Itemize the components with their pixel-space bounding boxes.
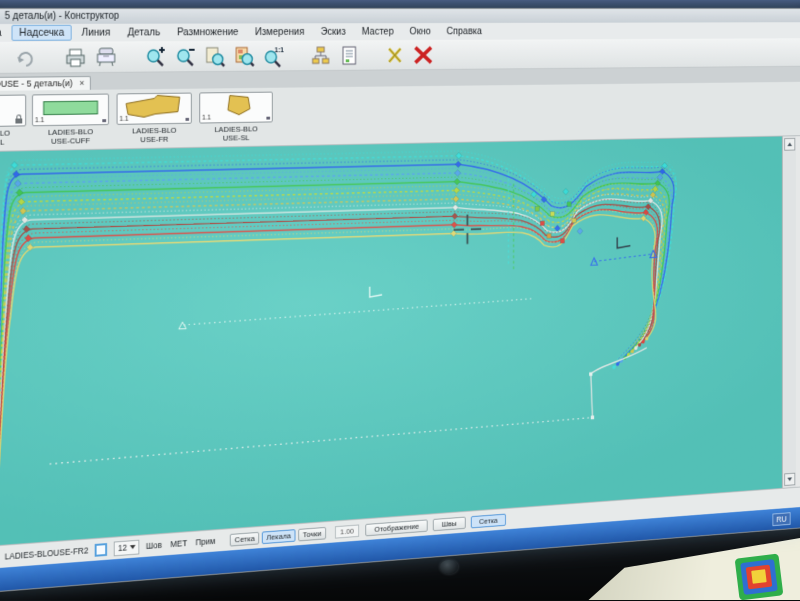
- zoom-area-icon[interactable]: [233, 43, 257, 68]
- status-button-1[interactable]: Швы: [433, 517, 465, 532]
- piece-label: LADIES-BLOUSE-SL: [199, 124, 273, 143]
- piece-card-use-cuff[interactable]: 1.1 LADIES-BLOUSE-CUFF: [32, 94, 109, 147]
- zoom-page-icon[interactable]: [203, 43, 227, 68]
- piece-card-use-sl[interactable]: 1.1 LADIES-BLOUSE-SL: [199, 92, 273, 143]
- status-label-1: МЕТ: [170, 538, 187, 549]
- piece-corner-mark: [185, 118, 189, 121]
- vertical-scrollbar[interactable]: [782, 136, 796, 488]
- menu-item-8[interactable]: Окно: [403, 24, 438, 39]
- menu-item-6[interactable]: Эскиз: [313, 24, 352, 39]
- piece-label: LADIES-BLOUSE-FR: [117, 126, 192, 145]
- toggle-2[interactable]: Точки: [298, 527, 326, 541]
- piece-thumbnail: 1.1: [117, 93, 192, 125]
- window-right-edge: [796, 136, 800, 487]
- scroll-down-icon[interactable]: [784, 473, 795, 486]
- piece-scale: 1.1: [202, 115, 211, 122]
- delete-red-icon[interactable]: [412, 42, 435, 67]
- status-button-2[interactable]: Сетка: [470, 514, 506, 529]
- zoom-value: 1.00: [335, 524, 360, 538]
- piece-label: LADIES-BLOUSE-COL: [0, 128, 26, 147]
- delete-yellow-icon[interactable]: [384, 42, 407, 67]
- menu-item-2[interactable]: Линия: [74, 25, 118, 41]
- status-labels: Шов МЕТ Прим: [146, 535, 224, 551]
- piece-corner-mark: [266, 117, 270, 120]
- language-indicator[interactable]: RU: [772, 512, 790, 526]
- lock-icon: [15, 118, 22, 123]
- piece-card-use-col[interactable]: 1.1LADIES-BLOUSE-COL: [0, 95, 26, 148]
- current-piece-name: LADIES-BLOUSE-FR2: [5, 545, 89, 561]
- piece-card-use-fr[interactable]: 1.1 LADIES-BLOUSE-FR: [117, 93, 192, 145]
- window-title: 5 деталь(и) - Конструктор: [5, 11, 119, 22]
- svg-text:1:1: 1:1: [275, 47, 284, 54]
- zoom-in-icon[interactable]: [143, 44, 167, 70]
- status-label-2: Прим: [195, 536, 215, 547]
- structure-icon[interactable]: [309, 43, 332, 68]
- zoom-out-icon[interactable]: [173, 43, 197, 68]
- plotter-icon[interactable]: [94, 44, 119, 70]
- application-window: 5 деталь(и) - Конструктор аНадсечкаЛиния…: [0, 8, 800, 593]
- menu-item-4[interactable]: Размножение: [170, 24, 246, 40]
- screen-glow: [0, 136, 800, 546]
- piece-thumbnail: 1.1: [199, 92, 273, 124]
- report-icon[interactable]: [338, 43, 361, 68]
- menu-item-3[interactable]: Деталь: [120, 25, 168, 41]
- toggle-1[interactable]: Лекала: [262, 529, 296, 544]
- menu-item-0[interactable]: а: [0, 25, 9, 41]
- status-checkbox[interactable]: [95, 543, 107, 557]
- tab-label: LADIES-BLOUSE - 5 деталь(и): [0, 78, 73, 89]
- piece-thumbnail: 1.1: [0, 95, 26, 128]
- zoom-one-to-one-icon[interactable]: 1:1: [262, 43, 286, 68]
- undo-icon[interactable]: [12, 44, 37, 70]
- menu-item-9[interactable]: Справка: [440, 24, 489, 39]
- piece-scale: 1.1: [119, 116, 128, 123]
- piece-scale: 1.1: [35, 117, 44, 124]
- menu-item-7[interactable]: Мастер: [355, 24, 401, 39]
- status-toggles: СеткаЛекалаТочки: [230, 528, 328, 545]
- rainbow-logo: [735, 553, 784, 600]
- toggle-0[interactable]: Сетка: [230, 532, 259, 547]
- chevron-down-icon: [130, 545, 136, 549]
- menu-item-1[interactable]: Надсечка: [11, 25, 72, 41]
- monitor-power-button[interactable]: [440, 560, 458, 574]
- piece-corner-mark: [102, 119, 106, 122]
- size-value: 12: [118, 543, 127, 553]
- scroll-up-icon[interactable]: [784, 138, 795, 151]
- size-dropdown[interactable]: 12: [114, 539, 139, 556]
- status-button-0[interactable]: Отображение: [366, 519, 428, 536]
- drawing-canvas[interactable]: [0, 136, 800, 546]
- tab-close-icon[interactable]: ×: [79, 78, 84, 88]
- menu-item-5[interactable]: Измерения: [248, 24, 312, 40]
- piece-thumbnail: 1.1: [32, 94, 109, 127]
- status-label-0: Шов: [146, 540, 162, 551]
- print-icon[interactable]: [63, 44, 88, 70]
- piece-label: LADIES-BLOUSE-CUFF: [32, 127, 109, 146]
